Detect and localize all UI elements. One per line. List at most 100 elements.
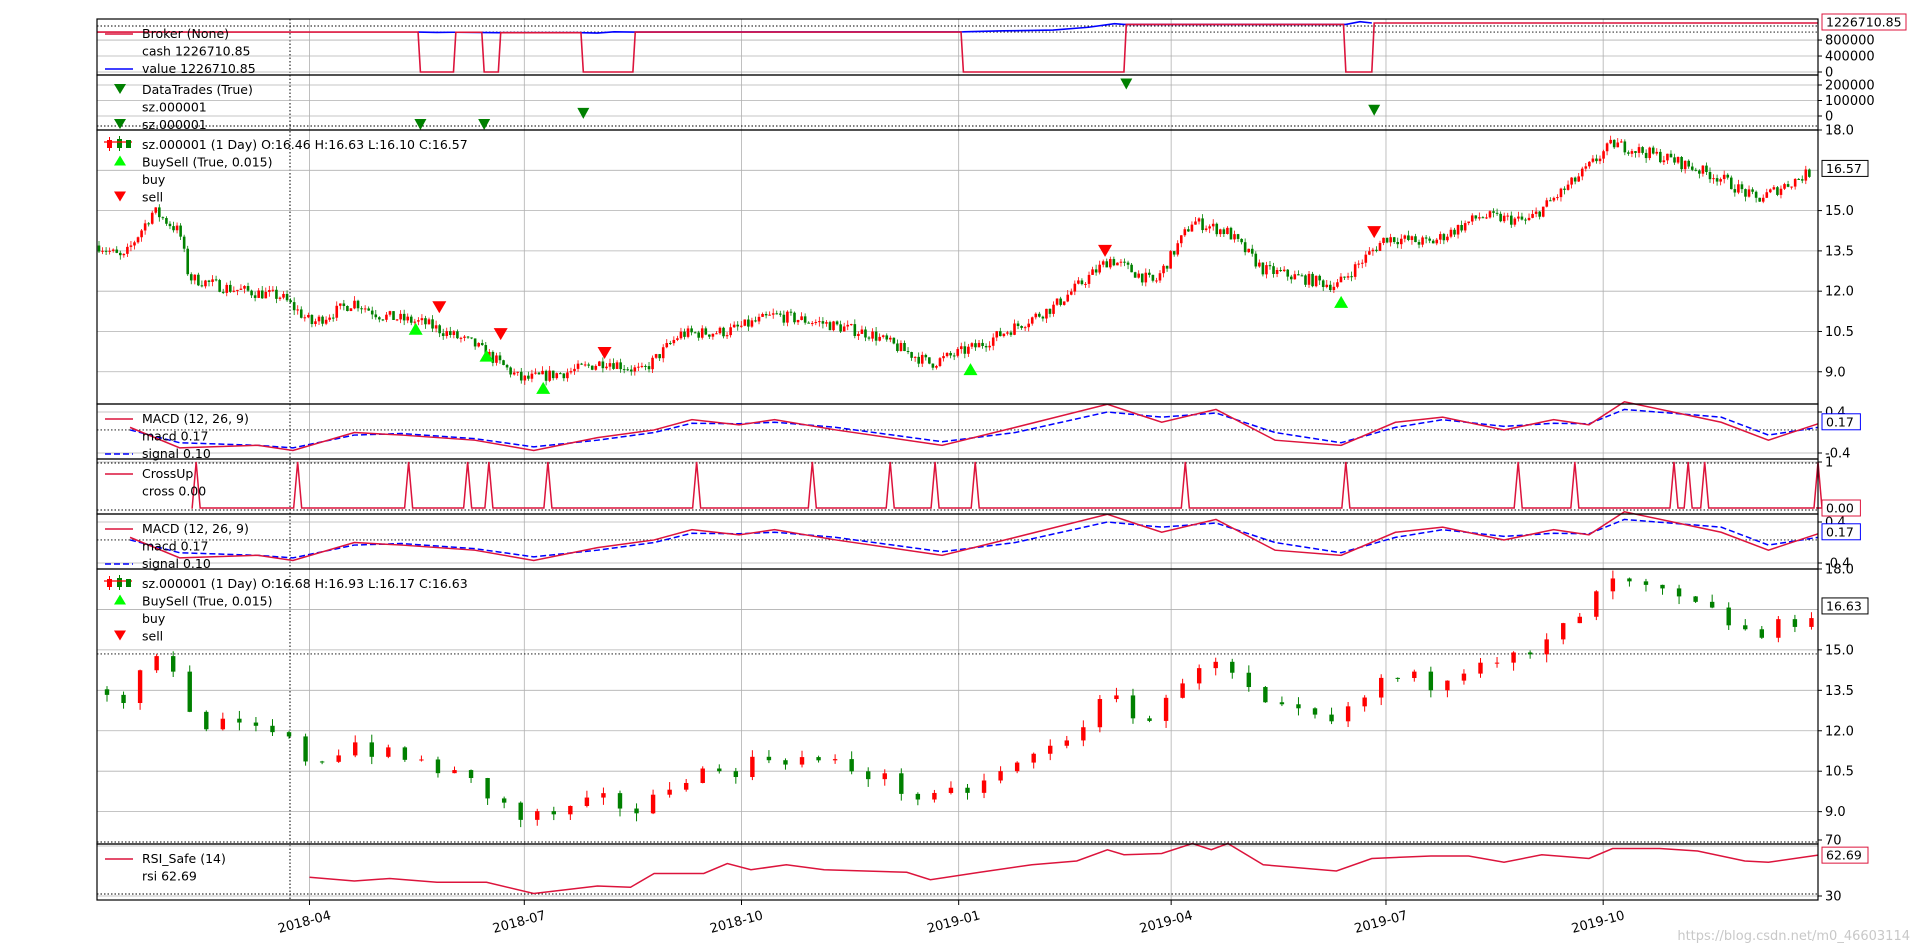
candle-body — [1779, 188, 1783, 195]
candle-body — [807, 322, 810, 324]
candle-body — [172, 226, 175, 231]
candle-body — [1719, 179, 1722, 182]
candle-body — [981, 342, 984, 347]
candle-body — [1066, 294, 1070, 302]
weekly-candle-body — [204, 711, 209, 730]
candle-body — [700, 328, 704, 338]
weekly-candle-body — [783, 760, 788, 765]
candle-body — [580, 363, 583, 365]
candle-body — [1634, 151, 1637, 153]
candle-body — [1247, 248, 1250, 253]
cross-line — [191, 461, 1823, 509]
candle-body — [1552, 197, 1556, 201]
candle-body — [1233, 234, 1236, 240]
weekly-candle-body — [485, 778, 490, 799]
weekly-candle-body — [1097, 699, 1103, 728]
candle-body — [1183, 229, 1187, 236]
candle-body — [928, 357, 931, 364]
legend-triangle-up — [114, 594, 126, 605]
y-tick-label: 800000 — [1825, 34, 1875, 49]
weekly-candle-body — [849, 759, 854, 772]
candle-body — [594, 365, 598, 370]
candle-body — [1758, 197, 1761, 202]
candle-body — [268, 290, 271, 292]
candle-body — [1236, 234, 1240, 239]
candle-body — [647, 366, 651, 370]
weekly-candle-body — [601, 793, 606, 798]
weekly-candle-body — [717, 768, 722, 772]
candle-body — [942, 356, 945, 359]
candle-body — [1279, 269, 1282, 272]
candle-body — [633, 367, 637, 372]
candle-body — [331, 317, 335, 319]
candle-body — [920, 354, 924, 364]
candle-body — [260, 290, 264, 299]
sell-marker — [493, 328, 508, 341]
candle-body — [690, 328, 693, 333]
candle-body — [346, 306, 349, 312]
candle-body — [1683, 160, 1687, 170]
candle-body — [1513, 218, 1517, 225]
candle-body — [711, 333, 715, 337]
broker-legend-text: Broker (None) — [142, 26, 229, 41]
candle-body — [122, 253, 126, 256]
candle-body — [374, 314, 378, 318]
candle-body — [796, 319, 800, 323]
macd2-last-value: 0.17 — [1826, 524, 1854, 539]
candle-body — [207, 280, 211, 282]
candle-body — [1176, 243, 1180, 255]
candle-body — [250, 290, 253, 296]
candle-body — [615, 362, 619, 369]
weekly-candle-body — [452, 770, 457, 774]
candle-body — [1101, 261, 1105, 265]
candle-body — [892, 337, 896, 344]
macd1-last-value: 0.17 — [1826, 414, 1854, 429]
candle-body — [1463, 223, 1467, 231]
candle-body — [1751, 189, 1754, 192]
broker-legend-text: value 1226710.85 — [142, 61, 256, 76]
candle-body — [814, 322, 818, 324]
candle-body — [115, 249, 119, 253]
weekly-candle-body — [1561, 623, 1566, 640]
candle-body — [1148, 272, 1151, 275]
weekly-candle-body — [551, 811, 556, 815]
candle-body — [1414, 236, 1417, 243]
candle-body — [1258, 262, 1261, 267]
candle-body — [1442, 234, 1446, 241]
candle-body — [1300, 275, 1304, 277]
candle-body — [140, 230, 143, 238]
candle-body — [708, 334, 711, 337]
candle-body — [1172, 251, 1176, 255]
weekly-candle-body — [386, 747, 391, 757]
weekly-candle-body — [667, 789, 672, 795]
candle-body — [317, 316, 321, 322]
candle-body — [211, 279, 214, 282]
price-last-value: 16.57 — [1826, 161, 1862, 176]
weekly-candle-body — [1461, 673, 1467, 681]
candle-body — [693, 332, 697, 334]
candle-body — [903, 342, 906, 352]
broker-last-value: 1226710.85 — [1826, 15, 1902, 30]
candle-body — [896, 343, 899, 352]
candle-body — [1360, 262, 1364, 264]
weekly-legend-text: BuySell (True, 0.015) — [142, 594, 272, 609]
candle-body — [828, 322, 832, 331]
sell-marker — [1367, 226, 1382, 239]
candle-body — [1786, 184, 1790, 187]
candle-body — [1222, 229, 1226, 235]
chart-canvas: 2018-04 2018-07 2018-10 2019-01 2019-04 2019-… — [96, 13, 1910, 944]
candle-body — [1531, 213, 1534, 218]
candle-body — [399, 313, 402, 320]
crossup-legend-text: cross 0.00 — [142, 484, 206, 499]
candle-body — [821, 321, 825, 324]
candle-body — [147, 223, 150, 225]
buy-marker — [1334, 295, 1349, 308]
candle-body — [221, 291, 225, 293]
candle-body — [1353, 264, 1357, 277]
candle-body — [1023, 327, 1027, 329]
candle-body — [598, 361, 601, 366]
candle-body — [1084, 283, 1087, 285]
candle-body — [1783, 184, 1786, 189]
candle-body — [1403, 235, 1407, 239]
panel-frame-price — [96, 129, 1819, 405]
